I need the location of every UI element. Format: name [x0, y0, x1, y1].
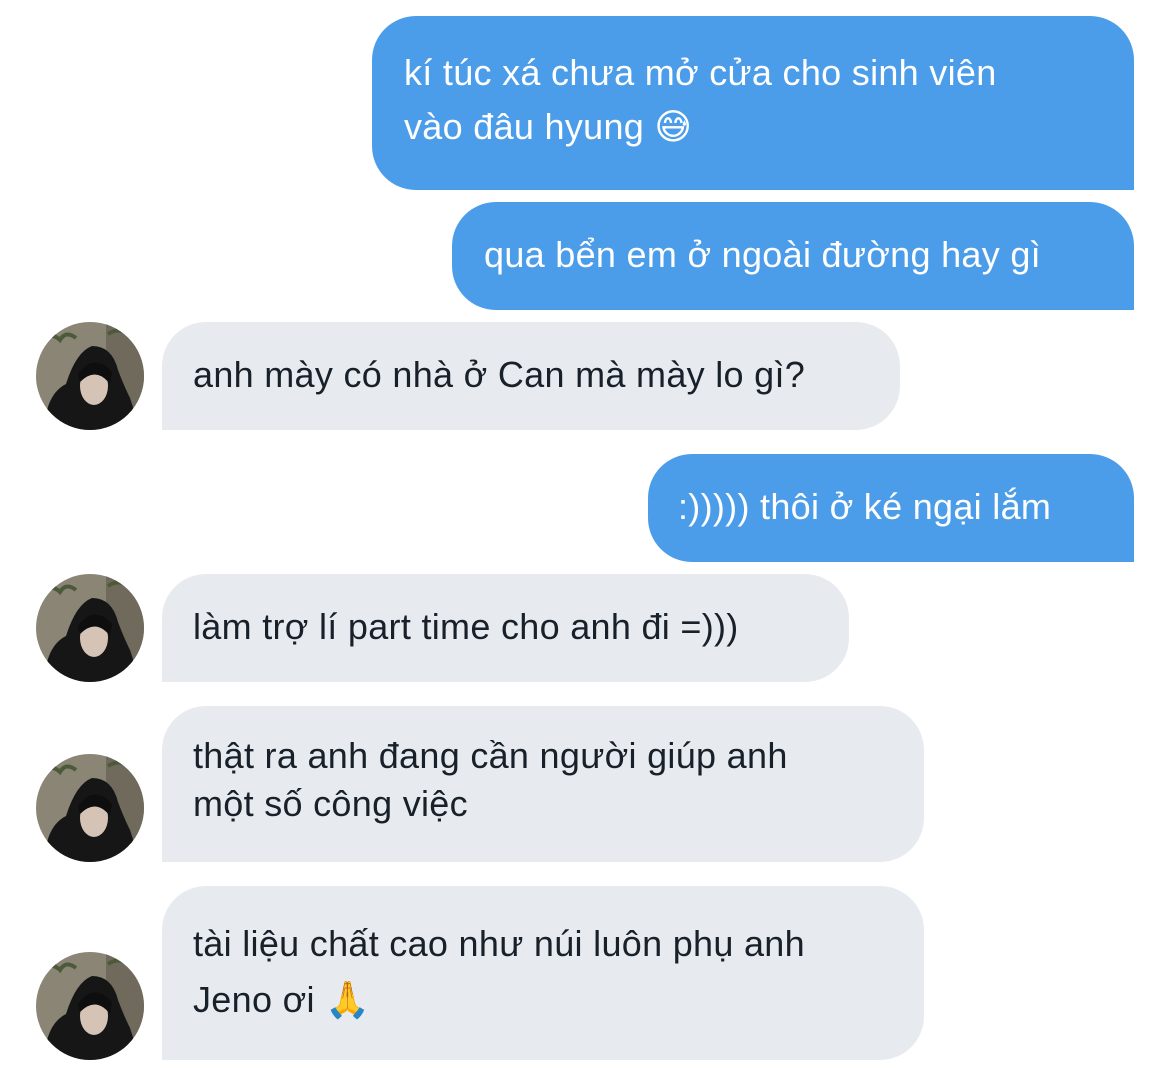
avatar-photo-icon	[36, 952, 144, 1060]
contact-avatar[interactable]	[36, 574, 144, 682]
message-bubble-received[interactable]: anh mày có nhà ở Can mà mày lo gì?	[162, 322, 900, 430]
avatar-photo-icon	[36, 322, 144, 430]
avatar-photo-icon	[36, 574, 144, 682]
message-text-line: kí túc xá chưa mở cửa cho sinh viên	[404, 52, 997, 93]
contact-avatar[interactable]	[36, 322, 144, 430]
message-text-line: tài liệu chất cao như núi luôn phụ anh	[193, 923, 805, 964]
message-text-line: anh mày có nhà ở Can mà mày lo gì?	[193, 354, 806, 395]
contact-avatar[interactable]	[36, 952, 144, 1060]
message-bubble-received[interactable]: làm trợ lí part time cho anh đi =)))	[162, 574, 849, 682]
message-text-line: qua bển em ở ngoài đường hay gì	[484, 234, 1041, 275]
avatar-photo-icon	[36, 754, 144, 862]
message-text-line: làm trợ lí part time cho anh đi =)))	[193, 606, 739, 647]
message-bubble-sent[interactable]: :))))) thôi ở ké ngại lắm	[648, 454, 1134, 562]
message-text-line: vào đâu hyung 😅	[404, 106, 693, 147]
message-text-line: một số công việc	[193, 783, 468, 824]
message-text-line: Jeno ơi 🙏	[193, 979, 371, 1020]
message-bubble-received[interactable]: thật ra anh đang cần người giúp anh một …	[162, 706, 924, 862]
message-bubble-sent[interactable]: kí túc xá chưa mở cửa cho sinh viên vào …	[372, 16, 1134, 190]
message-text-line: :))))) thôi ở ké ngại lắm	[678, 486, 1052, 527]
message-bubble-sent[interactable]: qua bển em ở ngoài đường hay gì	[452, 202, 1134, 310]
message-text-line: thật ra anh đang cần người giúp anh	[193, 735, 788, 776]
contact-avatar[interactable]	[36, 754, 144, 862]
message-bubble-received[interactable]: tài liệu chất cao như núi luôn phụ anh J…	[162, 886, 924, 1060]
